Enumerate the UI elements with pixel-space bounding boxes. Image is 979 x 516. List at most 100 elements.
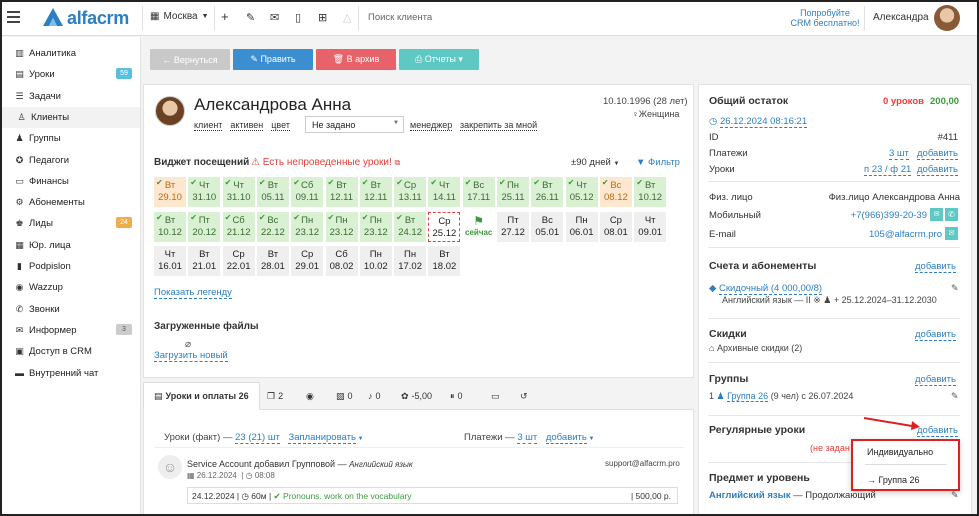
edit-pencil-icon[interactable]: ✎ [951, 391, 959, 402]
user-avatar[interactable] [934, 5, 960, 31]
attendance-tile[interactable]: ✔ Сб 21.12 [222, 211, 255, 242]
attendance-tile[interactable]: ✔ Чт 31.10 [222, 177, 255, 207]
payments-count[interactable]: 3 шт [889, 148, 909, 160]
sms-icon[interactable]: ✉ [930, 208, 943, 221]
logo[interactable]: alfacrm [42, 7, 129, 29]
sidebar-item[interactable]: ▥ Аналитика [0, 43, 140, 64]
sidebar-item[interactable]: ☰ Задачи [0, 86, 140, 107]
city-selector[interactable]: ▦ Москва ▼ [150, 11, 209, 22]
attendance-tile[interactable]: ✔ Ср 13.11 [394, 177, 427, 207]
menu-icon[interactable] [7, 11, 20, 23]
payments-value[interactable]: 3 шт [517, 432, 538, 444]
lesson-row[interactable]: 24.12.2024 | ◷ 60м | ✔ Pronouns. work on… [187, 487, 678, 504]
add-payment-link[interactable]: добавить [917, 148, 958, 160]
lessons-fact-value[interactable]: 23 (21) шт [235, 432, 280, 444]
attendance-tile[interactable]: Сб 08.02 [325, 246, 358, 276]
archive-discounts[interactable]: ⌂ Архивные скидки (2) [709, 343, 802, 353]
tab-pause[interactable]: ⏸ 0 [450, 382, 463, 410]
attendance-tile[interactable]: Пн 17.02 [394, 246, 427, 276]
sidebar-item[interactable]: ▣ Доступ в CRM [0, 341, 140, 362]
sidebar-item[interactable]: ⚙ Абонементы [0, 192, 140, 213]
legend-link[interactable]: Показать легенду [154, 287, 232, 299]
plan-lessons-dropdown[interactable]: Запланировать [288, 432, 356, 444]
tag-color[interactable]: цвет [271, 120, 290, 131]
attendance-tile[interactable]: Ср 22.01 [222, 246, 255, 276]
sidebar-item[interactable]: ▮ Podpislon [0, 256, 140, 277]
sidebar-item[interactable]: ♟ Группы [0, 128, 140, 149]
edit-button[interactable]: ✎ Править [233, 49, 313, 70]
attendance-tile[interactable]: Ср 08.01 [599, 211, 632, 242]
add-regular-link[interactable]: добавить [917, 425, 958, 437]
attendance-tile[interactable]: Вт 28.01 [256, 246, 289, 276]
account-item[interactable]: ◆ Скидочный (4 000,00/8) [709, 283, 823, 295]
attendance-tile[interactable]: ✔ Вт 26.11 [531, 177, 564, 207]
call-icon[interactable]: ✆ [945, 208, 958, 221]
tag-active[interactable]: активен [230, 120, 264, 131]
attendance-tile[interactable]: ✔ Пн 23.12 [325, 211, 358, 242]
client-search-input[interactable]: Поиск клиента [368, 12, 432, 23]
attendance-tile[interactable]: ✔ Сб 09.11 [291, 177, 324, 207]
attendance-tile[interactable]: Пн 10.02 [359, 246, 392, 276]
attendance-tile[interactable]: ✔ Вс 08.12 [599, 177, 632, 207]
attendance-tile[interactable]: ✔ Вт 05.11 [256, 177, 289, 207]
subject-name[interactable]: Английский язык [709, 490, 791, 501]
widget-warning[interactable]: ⚠ Есть непроведенные уроки! ⧉ [251, 157, 400, 168]
manager-link[interactable]: менеджер [410, 120, 453, 131]
attendance-tile[interactable]: Чт 09.01 [634, 211, 667, 242]
attendance-tile[interactable]: ✔ Вт 10.12 [634, 177, 667, 207]
edit-pencil-icon[interactable]: ✎ [951, 283, 959, 294]
sidebar-item[interactable]: ♙ Клиенты [0, 106, 140, 128]
attendance-tile[interactable]: Пн 06.01 [565, 211, 598, 242]
archive-button[interactable]: 🗑 В архив [316, 49, 396, 70]
attendance-tile[interactable]: ✔ Чт 05.12 [565, 177, 598, 207]
period-select[interactable]: ±90 дней ▼ [571, 157, 619, 168]
bell-icon[interactable]: △ [343, 11, 351, 24]
sidebar-item[interactable]: ▦ Юр. лица [0, 235, 140, 256]
sidebar-item[interactable]: ▭ Финансы [0, 171, 140, 192]
envelope-icon[interactable]: ✉ [270, 11, 279, 24]
now-marker[interactable]: ⚑ сейчас [463, 212, 495, 242]
option-individual[interactable]: Индивидуально [867, 447, 933, 457]
add-payment-dropdown[interactable]: добавить [545, 432, 587, 444]
sidebar-item[interactable]: ▤ Уроки 59 [0, 64, 140, 85]
attendance-tile[interactable]: Ср 29.01 [291, 246, 324, 276]
created-date[interactable]: ◷ 26.12.2024 08:16:21 [709, 116, 808, 128]
promo-link[interactable]: Попробуйте CRM бесплатно! [790, 8, 860, 28]
email-send-icon[interactable]: ✉ [945, 227, 958, 240]
add-group-link[interactable]: добавить [915, 374, 956, 386]
back-button[interactable]: ← Вернуться [150, 49, 230, 70]
status-select[interactable]: Не задано ▼ [305, 116, 404, 133]
attendance-tile[interactable]: ✔ Пт 20.12 [188, 211, 221, 242]
filter-button[interactable]: ▼ Фильтр [636, 157, 680, 168]
edit-pencil-icon[interactable]: ✎ [951, 490, 959, 501]
wrench-icon[interactable]: ✎ [246, 11, 255, 24]
tab-note[interactable]: ▧ 0 [336, 382, 353, 410]
add-discount-link[interactable]: добавить [915, 329, 956, 341]
attendance-tile[interactable]: ✔ Пн 23.12 [359, 211, 392, 242]
attendance-tile[interactable]: Ср 25.12 [428, 211, 461, 242]
attendance-tile[interactable]: ✔ Вт 12.11 [359, 177, 392, 207]
sidebar-item[interactable]: ◉ Wazzup [0, 277, 140, 298]
group-item[interactable]: 1 ♟ Группа 26 (9 чел) с 26.07.2024 [709, 391, 853, 402]
user-name[interactable]: Александра [873, 12, 929, 23]
mobile-value[interactable]: +7(966)399-20-39 [820, 210, 927, 221]
sidebar-item[interactable]: ♚ Лиды 24 [0, 213, 140, 234]
attendance-tile[interactable]: Вт 18.02 [428, 246, 461, 276]
cart-icon[interactable]: ⊞ [318, 11, 327, 24]
tab-history[interactable]: ↺ [520, 382, 531, 410]
attendance-tile[interactable]: ✔ Чт 14.11 [428, 177, 461, 207]
attendance-tile[interactable]: ✔ Вт 29.10 [154, 177, 186, 207]
attendance-tile[interactable]: ✔ Пн 23.12 [291, 211, 324, 242]
tab-music[interactable]: ♪ 0 [368, 382, 381, 410]
attendance-tile[interactable]: Пт 27.12 [497, 211, 529, 242]
attendance-tile[interactable]: Вт 21.01 [188, 246, 221, 276]
email-value[interactable]: 105@alfacrm.pro [830, 229, 942, 240]
attendance-tile[interactable]: ✔ Вс 17.11 [462, 177, 495, 207]
attendance-tile[interactable]: Вс 05.01 [531, 211, 564, 242]
pin-to-me-link[interactable]: закрепить за мной [460, 120, 538, 131]
sidebar-item[interactable]: ▬ Внутренний чат [0, 363, 140, 384]
attendance-tile[interactable]: ✔ Вт 10.12 [154, 211, 186, 242]
attendance-tile[interactable]: ✔ Вт 24.12 [394, 211, 427, 242]
reports-button[interactable]: ⎙ Отчеты ▾ [399, 49, 479, 70]
attendance-tile[interactable]: ✔ Вт 12.11 [325, 177, 358, 207]
